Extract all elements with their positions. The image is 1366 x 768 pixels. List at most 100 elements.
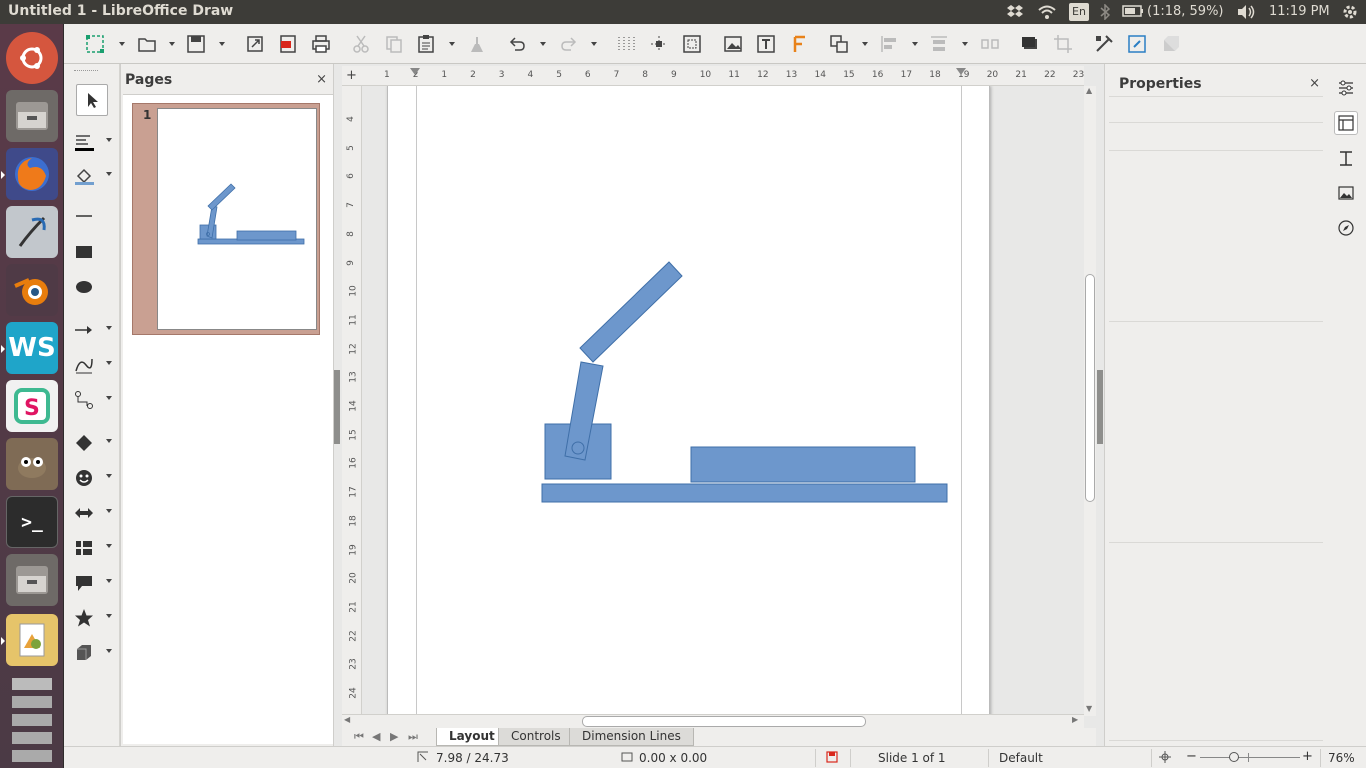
keyboard-layout-indicator[interactable]: En: [1069, 3, 1089, 21]
clone-formatting-icon[interactable]: [466, 33, 488, 55]
transformations-icon[interactable]: [84, 33, 106, 55]
zoom-page-icon[interactable]: [681, 33, 703, 55]
callouts-icon[interactable]: [72, 571, 96, 595]
firefox-icon[interactable]: [1, 148, 58, 200]
document-modified-icon[interactable]: [826, 751, 838, 766]
align-objects-icon[interactable]: [878, 33, 900, 55]
quill-icon[interactable]: [6, 206, 58, 258]
close-icon[interactable]: ×: [316, 72, 327, 87]
gear-icon[interactable]: [1342, 4, 1358, 24]
tab-layout[interactable]: Layout: [436, 728, 508, 746]
platform-block[interactable]: [690, 446, 916, 483]
bluetooth-icon[interactable]: [1100, 3, 1111, 24]
battery-icon[interactable]: [1122, 4, 1144, 22]
files-icon[interactable]: [6, 90, 58, 142]
vertical-scroll-thumb[interactable]: [1085, 274, 1095, 502]
scroll-down-icon[interactable]: ▼: [1086, 704, 1092, 713]
tab-controls[interactable]: Controls: [498, 728, 574, 746]
sidebar-settings-icon[interactable]: [1334, 76, 1358, 100]
basic-shapes-icon[interactable]: [72, 431, 96, 455]
webstorm-icon[interactable]: WS: [1, 322, 58, 374]
undo-icon[interactable]: [506, 33, 528, 55]
last-tab-icon[interactable]: ⏭: [408, 730, 418, 744]
rectangle-tool-icon[interactable]: [72, 240, 96, 264]
fontwork-icon[interactable]: [788, 33, 810, 55]
points-edit-icon[interactable]: [1093, 33, 1115, 55]
master-page-name[interactable]: Default: [999, 751, 1043, 765]
scroll-left-icon[interactable]: ◀: [344, 715, 350, 724]
prev-tab-icon[interactable]: ◀: [372, 730, 380, 743]
export-icon[interactable]: [244, 33, 266, 55]
drawing-svg[interactable]: [388, 86, 991, 716]
open-icon[interactable]: [136, 33, 158, 55]
print-icon[interactable]: [310, 33, 332, 55]
toggle-extrusion-icon[interactable]: [1160, 33, 1182, 55]
arrow-line-tool-icon[interactable]: [72, 318, 96, 342]
3d-objects-icon[interactable]: [72, 641, 96, 665]
zoom-level[interactable]: 76%: [1328, 751, 1355, 765]
wifi-icon[interactable]: [1037, 4, 1057, 24]
zoom-slider[interactable]: [1200, 757, 1300, 758]
right-indent-marker[interactable]: [956, 68, 966, 75]
volume-icon[interactable]: [1236, 4, 1256, 24]
workspace-switcher-icon[interactable]: [6, 674, 58, 764]
redo-icon[interactable]: [558, 33, 580, 55]
first-tab-icon[interactable]: ⏮: [354, 730, 364, 744]
clock[interactable]: 11:19 PM: [1269, 4, 1330, 19]
tab-dimension-lines[interactable]: Dimension Lines: [569, 728, 694, 746]
horizontal-scroll-thumb[interactable]: [582, 716, 866, 727]
transformations-menu-icon[interactable]: [828, 33, 850, 55]
next-tab-icon[interactable]: ▶: [390, 730, 398, 743]
gimp-icon[interactable]: [6, 438, 58, 490]
glue-points-icon[interactable]: [1126, 33, 1148, 55]
toolbar-grip[interactable]: [74, 70, 98, 73]
line-tool-icon[interactable]: [72, 204, 96, 228]
select-tool-icon[interactable]: [76, 84, 108, 116]
distribute-icon[interactable]: [979, 33, 1001, 55]
scroll-right-icon[interactable]: ▶: [1072, 715, 1078, 724]
gallery-tab-icon[interactable]: [1334, 181, 1358, 205]
navigator-tab-icon[interactable]: [1334, 216, 1358, 240]
joint-pin[interactable]: [571, 441, 585, 455]
battery-status[interactable]: (1:18, 59%): [1147, 4, 1224, 19]
zoom-in-button[interactable]: +: [1302, 749, 1313, 764]
styles-tab-icon[interactable]: [1334, 146, 1358, 170]
drawing-page[interactable]: [387, 86, 990, 716]
left-indent-marker[interactable]: [410, 68, 420, 75]
flowchart-icon[interactable]: [72, 536, 96, 560]
symbol-shapes-icon[interactable]: [72, 466, 96, 490]
sidebar-splitter[interactable]: [1096, 64, 1104, 746]
libreoffice-draw-icon[interactable]: [1, 614, 58, 666]
terminal-icon[interactable]: >_: [6, 496, 58, 548]
stars-icon[interactable]: [72, 606, 96, 630]
scroll-up-icon[interactable]: ▲: [1086, 86, 1092, 95]
block-arrows-icon[interactable]: [72, 501, 96, 525]
blender-icon[interactable]: [6, 264, 58, 316]
vertical-scrollbar[interactable]: ▲ ▼: [1084, 86, 1096, 716]
slack-icon[interactable]: S: [6, 380, 58, 432]
ellipse-tool-icon[interactable]: [72, 275, 96, 299]
shadow-icon[interactable]: [1019, 33, 1041, 55]
export-pdf-icon[interactable]: [277, 33, 299, 55]
upper-arm[interactable]: [579, 261, 683, 363]
arrange-icon[interactable]: [928, 33, 950, 55]
helplines-icon[interactable]: [648, 33, 670, 55]
horizontal-scrollbar[interactable]: ◀ ▶: [342, 714, 1084, 728]
fill-color-icon[interactable]: [72, 164, 96, 188]
properties-tab-icon[interactable]: [1334, 111, 1358, 135]
curve-tool-icon[interactable]: [72, 353, 96, 377]
save-icon[interactable]: [185, 33, 207, 55]
paste-icon[interactable]: [415, 33, 437, 55]
ruler-origin-icon[interactable]: +: [346, 68, 357, 83]
files-icon[interactable]: [6, 554, 58, 606]
zoom-fit-icon[interactable]: [1158, 750, 1172, 767]
cut-icon[interactable]: [350, 33, 372, 55]
dropbox-icon[interactable]: [1006, 4, 1024, 24]
grid-icon[interactable]: [615, 33, 637, 55]
drawing-canvas[interactable]: [364, 86, 1084, 716]
pages-pane-splitter[interactable]: [334, 64, 342, 746]
base-plate[interactable]: [541, 483, 948, 503]
close-icon[interactable]: ×: [1309, 76, 1320, 91]
line-color-icon[interactable]: [72, 130, 96, 154]
zoom-slider-handle[interactable]: [1229, 752, 1239, 762]
